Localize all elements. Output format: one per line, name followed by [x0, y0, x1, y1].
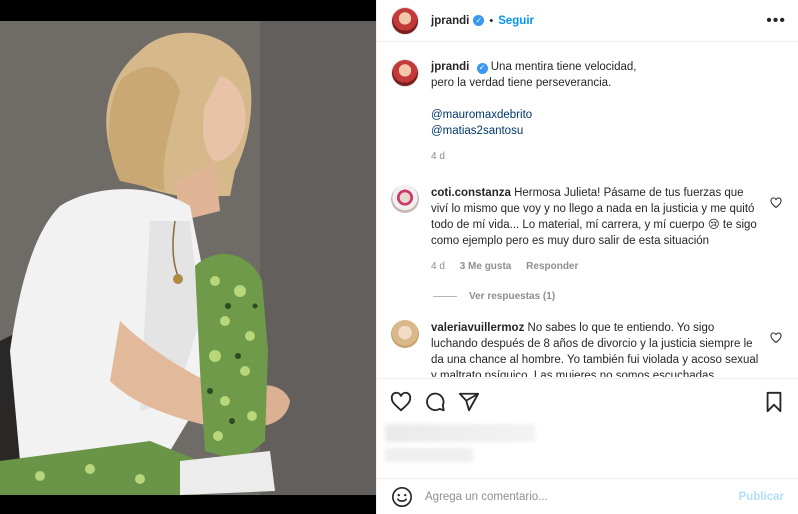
likes-summary-blurred [377, 424, 798, 478]
comment-item: valeriavuillermoz No sabes lo que te ent… [391, 320, 784, 377]
caption-body: jprandi ✓ Una mentira tiene velocidad, p… [431, 59, 761, 165]
verified-badge-icon: ✓ [476, 62, 488, 74]
blurred-likes-count [385, 424, 535, 442]
add-comment-bar: Publicar [377, 478, 798, 514]
post-modal: jprandi ✓ • Seguir ••• jprandi ✓ Una men… [0, 0, 798, 514]
view-replies-label: Ver respuestas (1) [469, 291, 556, 302]
view-replies-button[interactable]: Ver respuestas (1) [433, 291, 784, 302]
caption-username[interactable]: jprandi [431, 61, 469, 73]
comment-body: valeriavuillermoz No sabes lo que te ent… [431, 320, 761, 377]
reply-button[interactable]: Responder [526, 261, 578, 272]
follow-button[interactable]: Seguir [498, 15, 534, 27]
caption-text-line1: Una mentira tiene velocidad, [490, 61, 637, 73]
comment-meta: 4 d 3 Me gusta Responder [431, 259, 761, 275]
replies-divider-line [433, 296, 457, 297]
comment-input[interactable] [425, 490, 731, 503]
verified-badge-icon: ✓ [473, 15, 485, 26]
post-actions-bar [377, 378, 798, 424]
commenter-username[interactable]: coti.constanza [431, 187, 511, 199]
comment-body: coti.constanza Hermosa Julieta! Pásame d… [431, 185, 761, 275]
post-photo [0, 0, 376, 514]
author-username[interactable]: jprandi [431, 15, 469, 27]
comment-item: coti.constanza Hermosa Julieta! Pásame d… [391, 185, 784, 275]
emoji-icon[interactable] [391, 486, 413, 508]
commenter-username[interactable]: valeriavuillermoz [431, 322, 524, 334]
comment-icon[interactable] [421, 388, 449, 416]
comment-likes[interactable]: 3 Me gusta [460, 261, 512, 272]
mention-link[interactable]: @matias2santosu [431, 123, 761, 139]
photo-image [0, 21, 376, 495]
more-options-icon[interactable]: ••• [766, 12, 786, 30]
blurred-post-date [385, 448, 473, 462]
caption-text-line2: pero la verdad tiene perseverancia. [431, 77, 612, 89]
post-header: jprandi ✓ • Seguir ••• [377, 0, 798, 42]
author-avatar[interactable] [391, 6, 419, 35]
heart-icon[interactable] [387, 388, 415, 416]
comment-like-heart-icon[interactable] [770, 332, 782, 344]
caption-time[interactable]: 4 d [431, 151, 445, 162]
post-caption: jprandi ✓ Una mentira tiene velocidad, p… [391, 59, 784, 165]
publish-button[interactable]: Publicar [739, 491, 784, 503]
caption-meta: 4 d [431, 149, 761, 165]
share-icon[interactable] [455, 388, 483, 416]
commenter-avatar[interactable] [391, 320, 419, 348]
bookmark-icon[interactable] [760, 388, 788, 416]
comment-time[interactable]: 4 d [431, 261, 445, 272]
caption-avatar[interactable] [391, 59, 419, 87]
mention-link[interactable]: @mauromaxdebrito [431, 107, 761, 123]
post-details-panel: jprandi ✓ • Seguir ••• jprandi ✓ Una men… [376, 0, 798, 514]
comments-section[interactable]: jprandi ✓ Una mentira tiene velocidad, p… [377, 43, 798, 377]
woman-photo-illustration [0, 21, 376, 495]
header-separator: • [489, 14, 494, 27]
comment-like-heart-icon[interactable] [770, 197, 782, 209]
commenter-avatar[interactable] [391, 185, 419, 213]
